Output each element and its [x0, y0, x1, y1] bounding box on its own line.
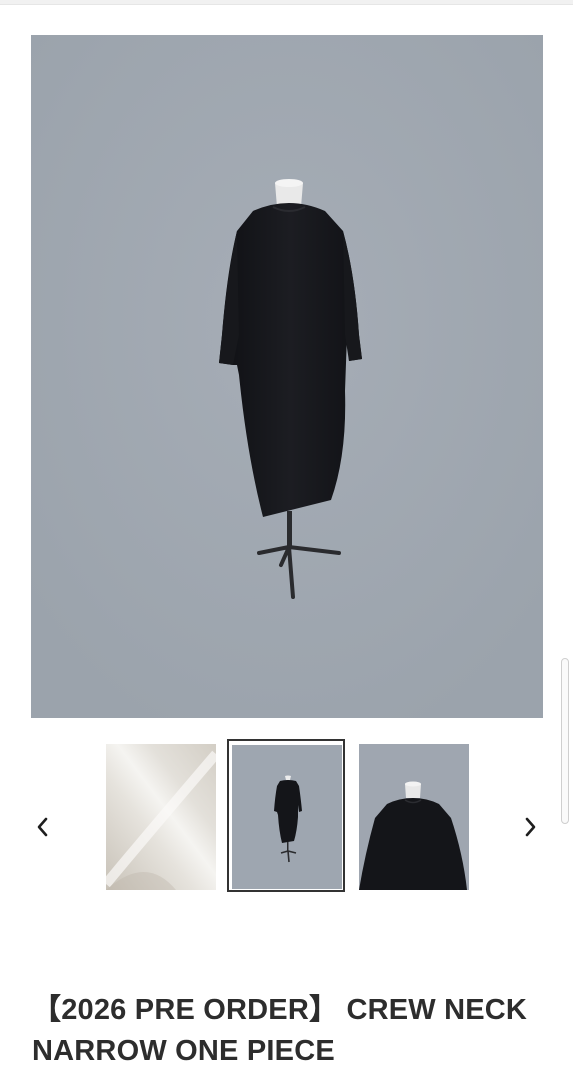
product-title: 【2026 PRE ORDER】 CREW NECK NARROW ONE PI…: [32, 994, 528, 1067]
gallery-thumbnail-fabric[interactable]: [106, 744, 216, 890]
gallery-prev-button[interactable]: [26, 808, 58, 846]
dress-thumbnail-illustration: [232, 745, 342, 889]
chevron-left-icon: [37, 817, 48, 837]
gallery-thumbnail-upper-body[interactable]: [359, 744, 469, 890]
product-main-image[interactable]: [31, 35, 543, 718]
dress-closeup-illustration: [359, 744, 469, 890]
scrollbar[interactable]: [561, 658, 569, 824]
fabric-texture-illustration: [106, 744, 216, 890]
dress-on-mannequin-illustration: [31, 35, 543, 718]
top-divider: [0, 0, 573, 5]
chevron-right-icon: [525, 817, 536, 837]
gallery-next-button[interactable]: [515, 808, 547, 846]
gallery-thumbnail-full-length[interactable]: [232, 745, 342, 889]
